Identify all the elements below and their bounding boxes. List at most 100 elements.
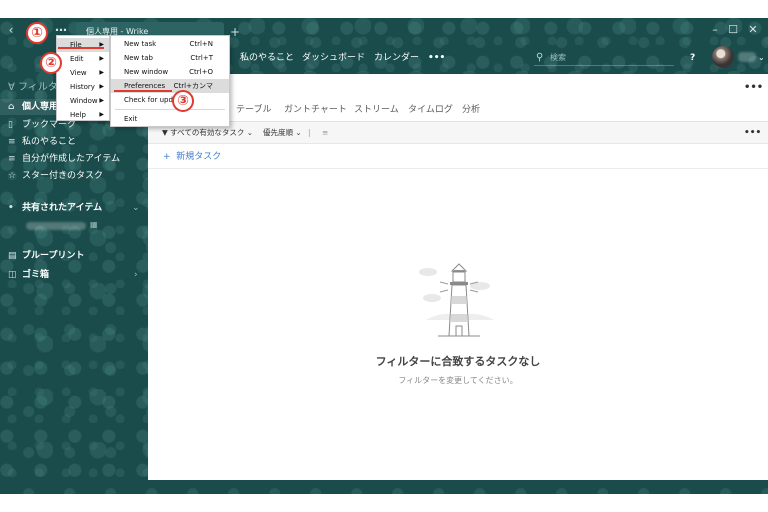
empty-state-title: フィルターに合致するタスクなし xyxy=(375,355,541,368)
sidebar-item-label: 共有されたアイテム xyxy=(22,203,103,213)
chevron-down-icon[interactable]: ⌄ xyxy=(132,203,140,213)
sidebar-blueprints[interactable]: ▤ ブループリント xyxy=(8,249,84,263)
menu-separator xyxy=(115,109,225,110)
list-icon: ≡ xyxy=(8,154,16,164)
file-submenu: New task Ctrl+N New tab Ctrl+T New window C… xyxy=(110,35,230,127)
nav-my-tasks[interactable]: 私のやること xyxy=(240,50,294,66)
menu-item-view[interactable]: View ▶ xyxy=(57,66,109,80)
sidebar-filter[interactable]: ∀ フィルタ xyxy=(8,78,58,93)
settings-icon[interactable]: ≡ xyxy=(322,128,328,138)
chevron-right-icon[interactable]: › xyxy=(134,270,138,280)
sidebar-item-created-by-me[interactable]: ≡ 自分が作成したアイテム xyxy=(8,152,120,166)
menu-item-label: New tab xyxy=(124,54,153,62)
sidebar-item-personal[interactable]: ⌂ 個人専用 xyxy=(8,100,58,114)
sidebar-item-label: ブループリント xyxy=(22,251,85,261)
chevron-right-icon: ▶ xyxy=(99,69,104,76)
menu-item-label: History xyxy=(70,83,95,91)
filter-icon: ∀ xyxy=(8,82,15,93)
sidebar-shared-items[interactable]: • 共有されたアイテム xyxy=(8,201,102,215)
user-name-blurred xyxy=(738,52,756,62)
empty-state-subtitle: フィルターを変更してください。 xyxy=(398,376,518,385)
bookmark-icon: ▯ xyxy=(8,120,13,130)
task-filter-label: すべての有効なタスク xyxy=(170,128,245,137)
new-task-label: 新規タスク xyxy=(176,152,222,162)
menu-item-label: New window xyxy=(124,68,169,76)
sidebar-trash[interactable]: ◫ ゴミ箱 xyxy=(8,268,49,282)
chevron-right-icon: ▶ xyxy=(99,41,104,48)
annotation-badge-3: ③ xyxy=(172,90,194,112)
blurred-folder xyxy=(26,222,86,230)
menu-item-shortcut: Ctrl+O xyxy=(189,68,213,76)
menu-item-check-updates[interactable]: Check for updates xyxy=(111,93,229,107)
divider-icon: | xyxy=(308,128,311,137)
annotation-underline-file xyxy=(58,47,104,49)
maximize-button[interactable]: ☐ xyxy=(722,18,744,42)
annotation-badge-1: ① xyxy=(26,22,48,44)
new-task-button[interactable]: + 新規タスク xyxy=(163,151,221,163)
house-icon: ⌂ xyxy=(8,102,15,112)
sidebar-item-label: ゴミ箱 xyxy=(22,270,50,280)
menu-item-help[interactable]: Help ▶ xyxy=(57,108,109,122)
sidebar-item-label: 個人専用 xyxy=(22,102,59,112)
nav-more-button[interactable]: ••• xyxy=(428,50,445,66)
tab-gantt[interactable]: ガントチャート xyxy=(284,104,347,116)
annotation-badge-2: ② xyxy=(40,52,62,74)
sidebar-item-label: 自分が作成したアイテム xyxy=(22,154,121,164)
list-more-button[interactable]: ••• xyxy=(744,128,761,138)
filter-label: フィルタ xyxy=(18,82,58,93)
tab-analytics[interactable]: 分析 xyxy=(462,104,480,116)
more-options-button[interactable]: ••• xyxy=(744,82,763,93)
sidebar-item-label: 私のやること xyxy=(22,137,77,147)
nav-dashboard[interactable]: ダッシュボード xyxy=(302,50,365,66)
menu-item-edit[interactable]: Edit ▶ xyxy=(57,52,109,66)
menu-item-new-task[interactable]: New task Ctrl+N xyxy=(111,37,229,51)
tab-table[interactable]: テーブル xyxy=(236,104,271,116)
chevron-right-icon: ▶ xyxy=(99,83,104,90)
list-divider xyxy=(148,168,768,169)
tab-stream[interactable]: ストリーム xyxy=(354,104,399,116)
trash-icon: ◫ xyxy=(8,270,17,280)
chevron-right-icon: ▶ xyxy=(99,55,104,62)
search-input[interactable]: 検索 xyxy=(534,50,674,66)
sidebar-item-label: スター付きのタスク xyxy=(22,171,104,181)
menu-item-new-tab[interactable]: New tab Ctrl+T xyxy=(111,51,229,65)
star-icon: ☆ xyxy=(8,171,17,181)
help-button[interactable]: ? xyxy=(690,50,695,66)
task-filter-dropdown[interactable]: ▼ すべての有効なタスク ⌄ xyxy=(162,128,253,138)
new-tab-button[interactable]: + xyxy=(230,22,240,42)
menu-item-exit[interactable]: Exit xyxy=(111,112,229,126)
menu-item-label: New task xyxy=(124,40,157,48)
menu-item-label: Help xyxy=(70,111,86,119)
menu-item-label: Exit xyxy=(124,115,138,123)
dot-icon: • xyxy=(8,203,14,213)
menu-item-new-window[interactable]: New window Ctrl+O xyxy=(111,65,229,79)
menu-item-window[interactable]: Window ▶ xyxy=(57,94,109,108)
list-icon: ≡ xyxy=(8,137,16,147)
sidebar-item-starred[interactable]: ☆ スター付きのタスク xyxy=(8,169,103,183)
blueprint-icon: ▤ xyxy=(8,251,17,261)
folder-icon: ▦ xyxy=(90,220,98,229)
menu-item-history[interactable]: History ▶ xyxy=(57,80,109,94)
sort-label: 優先度順 xyxy=(263,128,293,137)
tab-timelog[interactable]: タイムログ xyxy=(408,104,453,116)
close-button[interactable]: ✕ xyxy=(742,18,764,42)
menu-item-shortcut: Ctrl+T xyxy=(190,54,213,62)
menu-item-shortcut: Ctrl+N xyxy=(189,40,213,48)
filter-icon: ▼ xyxy=(162,128,168,137)
nav-calendar[interactable]: カレンダー xyxy=(374,50,419,66)
menu-item-label: Edit xyxy=(70,55,84,63)
menu-item-label: View xyxy=(70,69,87,77)
avatar[interactable] xyxy=(712,46,734,68)
annotation-underline-preferences xyxy=(114,90,172,92)
sort-dropdown[interactable]: 優先度順 ⌄ xyxy=(263,128,302,138)
menu-item-file[interactable]: File ▶ xyxy=(57,38,109,52)
chevron-right-icon: ▶ xyxy=(99,97,104,104)
sidebar-item-my-tasks[interactable]: ≡ 私のやること xyxy=(8,135,76,149)
chevron-left-icon[interactable]: ‹ xyxy=(4,18,18,42)
lighthouse-icon xyxy=(419,263,494,337)
chevron-down-icon[interactable]: ⌄ xyxy=(758,50,765,66)
menu-item-label: File xyxy=(70,41,82,49)
plus-icon: + xyxy=(163,152,171,162)
chevron-right-icon: ▶ xyxy=(99,111,104,118)
menu-item-label: Window xyxy=(70,97,98,105)
